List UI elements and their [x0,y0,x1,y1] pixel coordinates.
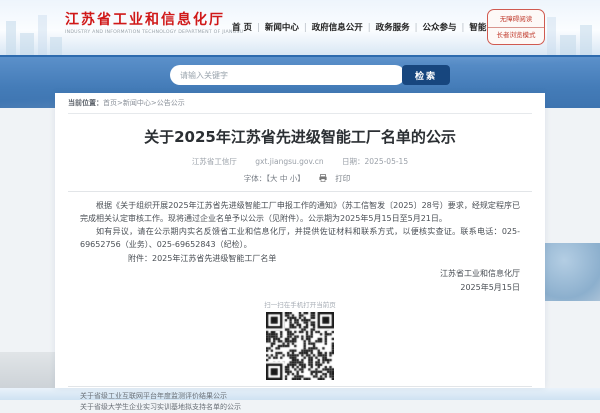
skyline-decoration [50,37,62,55]
attachment-link[interactable]: 附件：2025年江苏省先进级智能工厂名单 [80,252,520,265]
related-link[interactable]: 关于省级大学生企业实习实训基地拟支持名单的公示 [80,402,520,413]
paragraph: 根据《关于组织开展2025年江苏省先进级智能工厂申报工作的通知》（苏工信智发〔2… [80,201,520,223]
skyline-decoration [580,25,592,55]
qr-code [266,312,334,380]
background-photo [545,243,600,301]
elder-mode-button[interactable]: 长者浏览模式 [488,28,544,43]
skyline-decoration [20,33,34,55]
printer-icon [319,174,327,182]
signature-block: 江苏省工业和信息化厅 2025年5月15日 [55,267,520,295]
nav-home[interactable]: 首 页 [232,21,252,33]
breadcrumb: 当前位置：首页>新闻中心>公告公示 [68,98,532,114]
accessible-reading-button[interactable]: 无障碍阅读 [488,12,544,28]
paragraph: 如有异议，请在公示期内实名反馈省工业和信息化厅，并提供佐证材料和联系方式，以便核… [80,227,520,249]
article-toolbar: 字体：【大 中 小】 打印 [55,173,545,184]
article-date: 日期：2025-05-15 [342,157,409,166]
search-input[interactable] [170,65,405,85]
signature-department: 江苏省工业和信息化厅 [440,269,520,278]
print-label: 打印 [335,174,351,183]
article-body: 根据《关于组织开展2025年江苏省先进级智能工厂申报工作的通知》（苏工信智发〔2… [80,199,520,251]
signature-date: 2025年5月15日 [460,283,520,292]
nav-participation[interactable]: 公众参与 [410,21,457,33]
article-meta: 江苏省工信厅 gxt.jiangsu.gov.cn 日期：2025-05-15 [55,156,545,167]
nav-gov-info[interactable]: 政府信息公开 [299,21,363,33]
logo-subtitle: INDUSTRY AND INFORMATION TECHNOLOGY DEPA… [65,29,244,35]
breadcrumb-path[interactable]: 首页>新闻中心>公告公示 [103,99,185,107]
accessibility-box: 无障碍阅读 长者浏览模式 [487,9,545,45]
article-card: 当前位置：首页>新闻中心>公告公示 关于2025年江苏省先进级智能工厂名单的公示… [55,93,545,411]
related-link[interactable]: 关于省级工业互联网平台年度监测评价结果公示 [80,391,520,402]
font-size-controls[interactable]: 字体：【大 中 小】 [244,174,305,183]
skyline-decoration [38,15,47,55]
main-nav: 首 页 新闻中心 政府信息公开 政务服务 公众参与 智能问答 [232,21,503,33]
search-button[interactable]: 检索 [402,65,450,85]
divider [68,191,532,192]
nav-services[interactable]: 政务服务 [363,21,410,33]
skyline-decoration [560,35,576,55]
page-title: 关于2025年江苏省先进级智能工厂名单的公示 [144,128,456,146]
skyline-decoration [6,21,16,55]
site-header: 江苏省工业和信息化厅 INDUSTRY AND INFORMATION TECH… [0,0,600,55]
article-site: gxt.jiangsu.gov.cn [255,157,324,166]
skyline-decoration [547,17,556,55]
qr-caption: 扫一扫在手机打开当前页 [264,301,336,309]
print-button[interactable]: 打印 [319,174,356,183]
article-source: 江苏省工信厅 [191,157,237,166]
breadcrumb-label: 当前位置： [68,99,103,107]
nav-news[interactable]: 新闻中心 [252,21,299,33]
related-links: 关于省级工业互联网平台年度监测评价结果公示 关于省级大学生企业实习实训基地拟支持… [80,391,520,413]
qr-section: 扫一扫在手机打开当前页 [55,299,545,380]
divider [68,386,532,387]
